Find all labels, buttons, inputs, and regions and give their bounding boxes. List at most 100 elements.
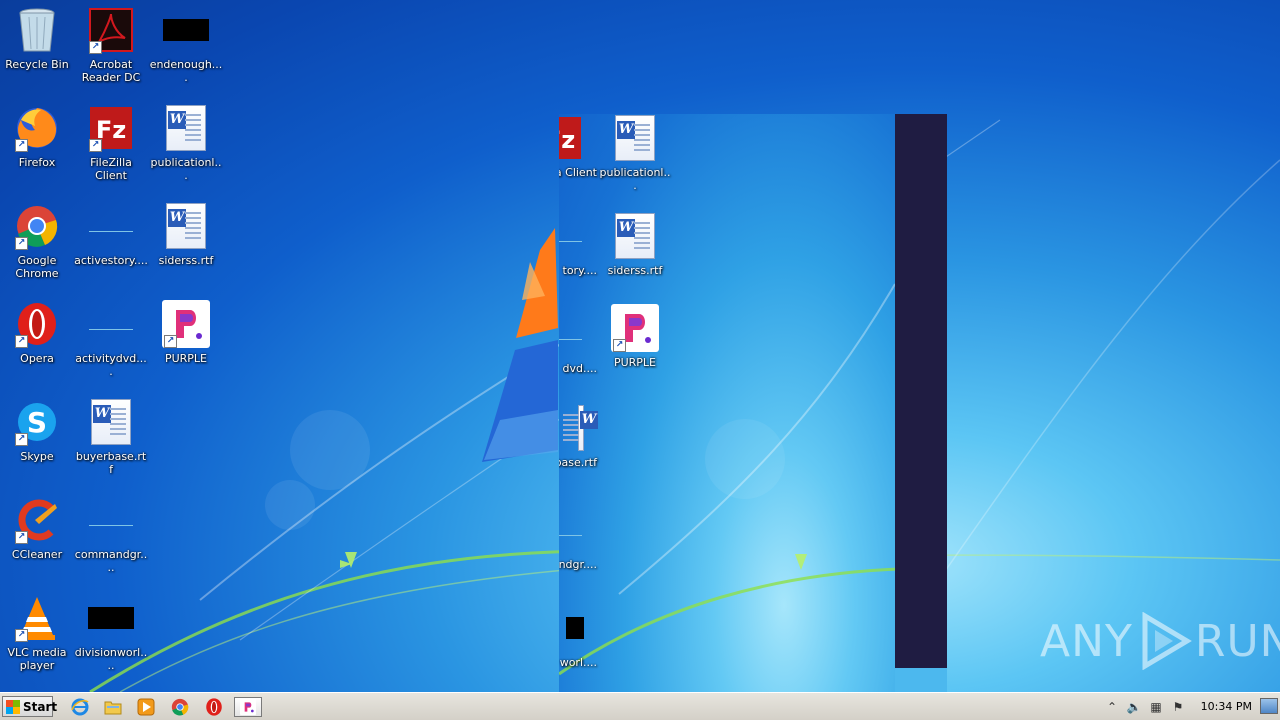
watermark-text-right: RUN — [1194, 615, 1280, 667]
icon-label: endenough.... — [149, 58, 223, 84]
overlay-icon-purple[interactable]: ↗ PURPLE — [598, 304, 672, 369]
word-document-icon: W — [615, 213, 655, 259]
taskbar-media-player[interactable] — [136, 697, 156, 717]
desktop-icon-recycle-bin[interactable]: Recycle Bin — [0, 6, 74, 71]
word-document-icon: W — [563, 405, 598, 451]
word-document-icon: W — [166, 105, 206, 151]
taskbar-purple-app[interactable] — [234, 697, 262, 717]
desktop-icon-publicationl[interactable]: W publicationl... — [149, 104, 223, 182]
desktop-icon-commandgr[interactable]: commandgr.... — [74, 496, 148, 574]
desktop-icon-firefox[interactable]: ↗ Firefox — [0, 104, 74, 169]
icon-label: FileZilla Client — [90, 156, 132, 182]
desktop-icon-siderss[interactable]: W siderss.rtf — [149, 202, 223, 267]
show-hidden-icons-chevron-icon[interactable]: ⌃ — [1104, 699, 1120, 715]
shortcut-arrow-icon: ↗ — [15, 433, 28, 446]
word-document-icon: W — [166, 203, 206, 249]
desktop-icon-activitydvd[interactable]: activitydvd.... — [74, 300, 148, 378]
start-button[interactable]: Start — [2, 696, 57, 717]
icon-label: activitydvd.... — [75, 352, 147, 378]
shortcut-arrow-icon: ↗ — [15, 139, 28, 152]
clock[interactable]: 10:34 PM — [1201, 700, 1252, 713]
opera-icon — [206, 698, 222, 716]
svg-text:Fz: Fz — [559, 126, 575, 154]
word-document-icon: W — [615, 115, 655, 161]
icon-label: Skype — [20, 450, 54, 463]
taskbar-chrome[interactable] — [170, 697, 190, 717]
volume-icon[interactable]: 🔈 — [1126, 699, 1142, 715]
windows-flag-icon — [6, 699, 20, 714]
overlay-icon-activestory[interactable]: tory.... — [559, 212, 597, 277]
blank-file-icon — [559, 329, 582, 340]
desktop-icon-buyerbase[interactable]: W buyerbase.rtf — [74, 398, 148, 476]
internet-explorer-icon — [71, 698, 89, 716]
shortcut-arrow-icon: ↗ — [15, 237, 28, 250]
icon-label: Recycle Bin — [5, 58, 69, 71]
system-tray: ⌃ 🔈 ▦ ⚑ 10:34 PM — [1100, 693, 1280, 720]
word-document-icon: W — [91, 399, 131, 445]
desktop-icon-opera[interactable]: ↗ Opera — [0, 300, 74, 365]
desktop-icon-filezilla[interactable]: Fz ↗ FileZilla Client — [74, 104, 148, 182]
blank-file-icon — [559, 525, 582, 536]
desktop-icon-activestory[interactable]: activestory.... — [74, 202, 148, 267]
desktop-icon-google-chrome[interactable]: ↗ Google Chrome — [0, 202, 74, 280]
icon-label: PURPLE — [164, 352, 208, 365]
shortcut-arrow-icon: ↗ — [613, 339, 626, 352]
icon-label: publicationl... — [150, 156, 222, 182]
anyrun-watermark: ANY RUN — [1040, 612, 1280, 670]
overlay-icon-filezilla[interactable]: Fz a Client — [559, 114, 597, 179]
overlay-icon-divisionworl[interactable]: worl.... — [559, 604, 597, 669]
desktop-icon-skype[interactable]: S ↗ Skype — [0, 398, 74, 463]
overlay-icon-publicationl[interactable]: W publicationl... — [598, 114, 672, 192]
blank-file-icon — [89, 515, 133, 526]
icon-label: siderss.rtf — [158, 254, 214, 267]
blank-file-icon — [559, 231, 582, 242]
icon-label: a Client — [559, 166, 597, 179]
redacted-thumbnail-icon — [163, 19, 209, 41]
media-player-icon — [137, 698, 155, 716]
icon-label: CCleaner — [11, 548, 63, 561]
action-center-flag-icon[interactable]: ⚑ — [1170, 699, 1186, 715]
icon-label: VLC media player — [7, 646, 67, 672]
icon-label: PURPLE — [613, 356, 657, 369]
overlay-icon-siderss[interactable]: W siderss.rtf — [598, 212, 672, 277]
icon-label: buyerbase.rtf — [75, 450, 147, 476]
start-label: Start — [23, 699, 58, 714]
network-icon[interactable]: ▦ — [1148, 699, 1164, 715]
desktop-icon-vlc[interactable]: ↗ VLC media player — [0, 594, 74, 672]
blank-file-icon — [89, 221, 133, 232]
desktop-icon-ccleaner[interactable]: ↗ CCleaner — [0, 496, 74, 561]
shortcut-arrow-icon: ↗ — [164, 335, 177, 348]
chrome-icon — [171, 698, 189, 716]
shortcut-arrow-icon: ↗ — [89, 41, 102, 54]
redacted-thumbnail-icon — [88, 607, 134, 629]
overlay-icon-activitydvd[interactable]: dvd.... — [559, 310, 597, 375]
taskbar-internet-explorer[interactable] — [70, 697, 90, 717]
play-logo-icon — [1142, 612, 1192, 670]
desktop-icon-endenough[interactable]: endenough.... — [149, 6, 223, 84]
icon-label: dvd.... — [562, 362, 597, 375]
show-desktop-button[interactable] — [1260, 698, 1278, 714]
overlay-window[interactable]: Fz a Client W publicationl... tory.... W… — [559, 114, 947, 692]
shortcut-arrow-icon: ↗ — [15, 531, 28, 544]
taskbar-opera[interactable] — [204, 697, 224, 717]
desktop-icon-divisionworl[interactable]: divisionworl.... — [74, 594, 148, 672]
icon-label: worl.... — [559, 656, 597, 669]
shortcut-arrow-icon: ↗ — [15, 335, 28, 348]
overlay-icon-buyerbase[interactable]: W base.rtf — [559, 404, 598, 469]
icon-label: Google Chrome — [15, 254, 59, 280]
icon-label: tory.... — [562, 264, 598, 277]
icon-label: ndgr.... — [559, 558, 597, 571]
desktop-icon-purple[interactable]: ↗ PURPLE — [149, 300, 223, 365]
blank-file-icon — [89, 319, 133, 330]
icon-label: Firefox — [18, 156, 56, 169]
redacted-thumbnail-icon — [566, 617, 584, 639]
desktop-icon-acrobat-reader[interactable]: ↗ Acrobat Reader DC — [74, 6, 148, 84]
overlay-icon-commandgr[interactable]: ndgr.... — [559, 506, 597, 571]
overlay-wallpaper — [559, 283, 900, 676]
purple-app-icon — [240, 699, 256, 715]
recycle-bin-icon — [19, 8, 55, 52]
panel-bottom-strip — [895, 668, 947, 692]
taskbar: Start ⌃ 🔈 ▦ ⚑ 10:34 PM — [0, 692, 1280, 720]
icon-label: activestory.... — [74, 254, 148, 267]
taskbar-file-explorer[interactable] — [103, 697, 123, 717]
